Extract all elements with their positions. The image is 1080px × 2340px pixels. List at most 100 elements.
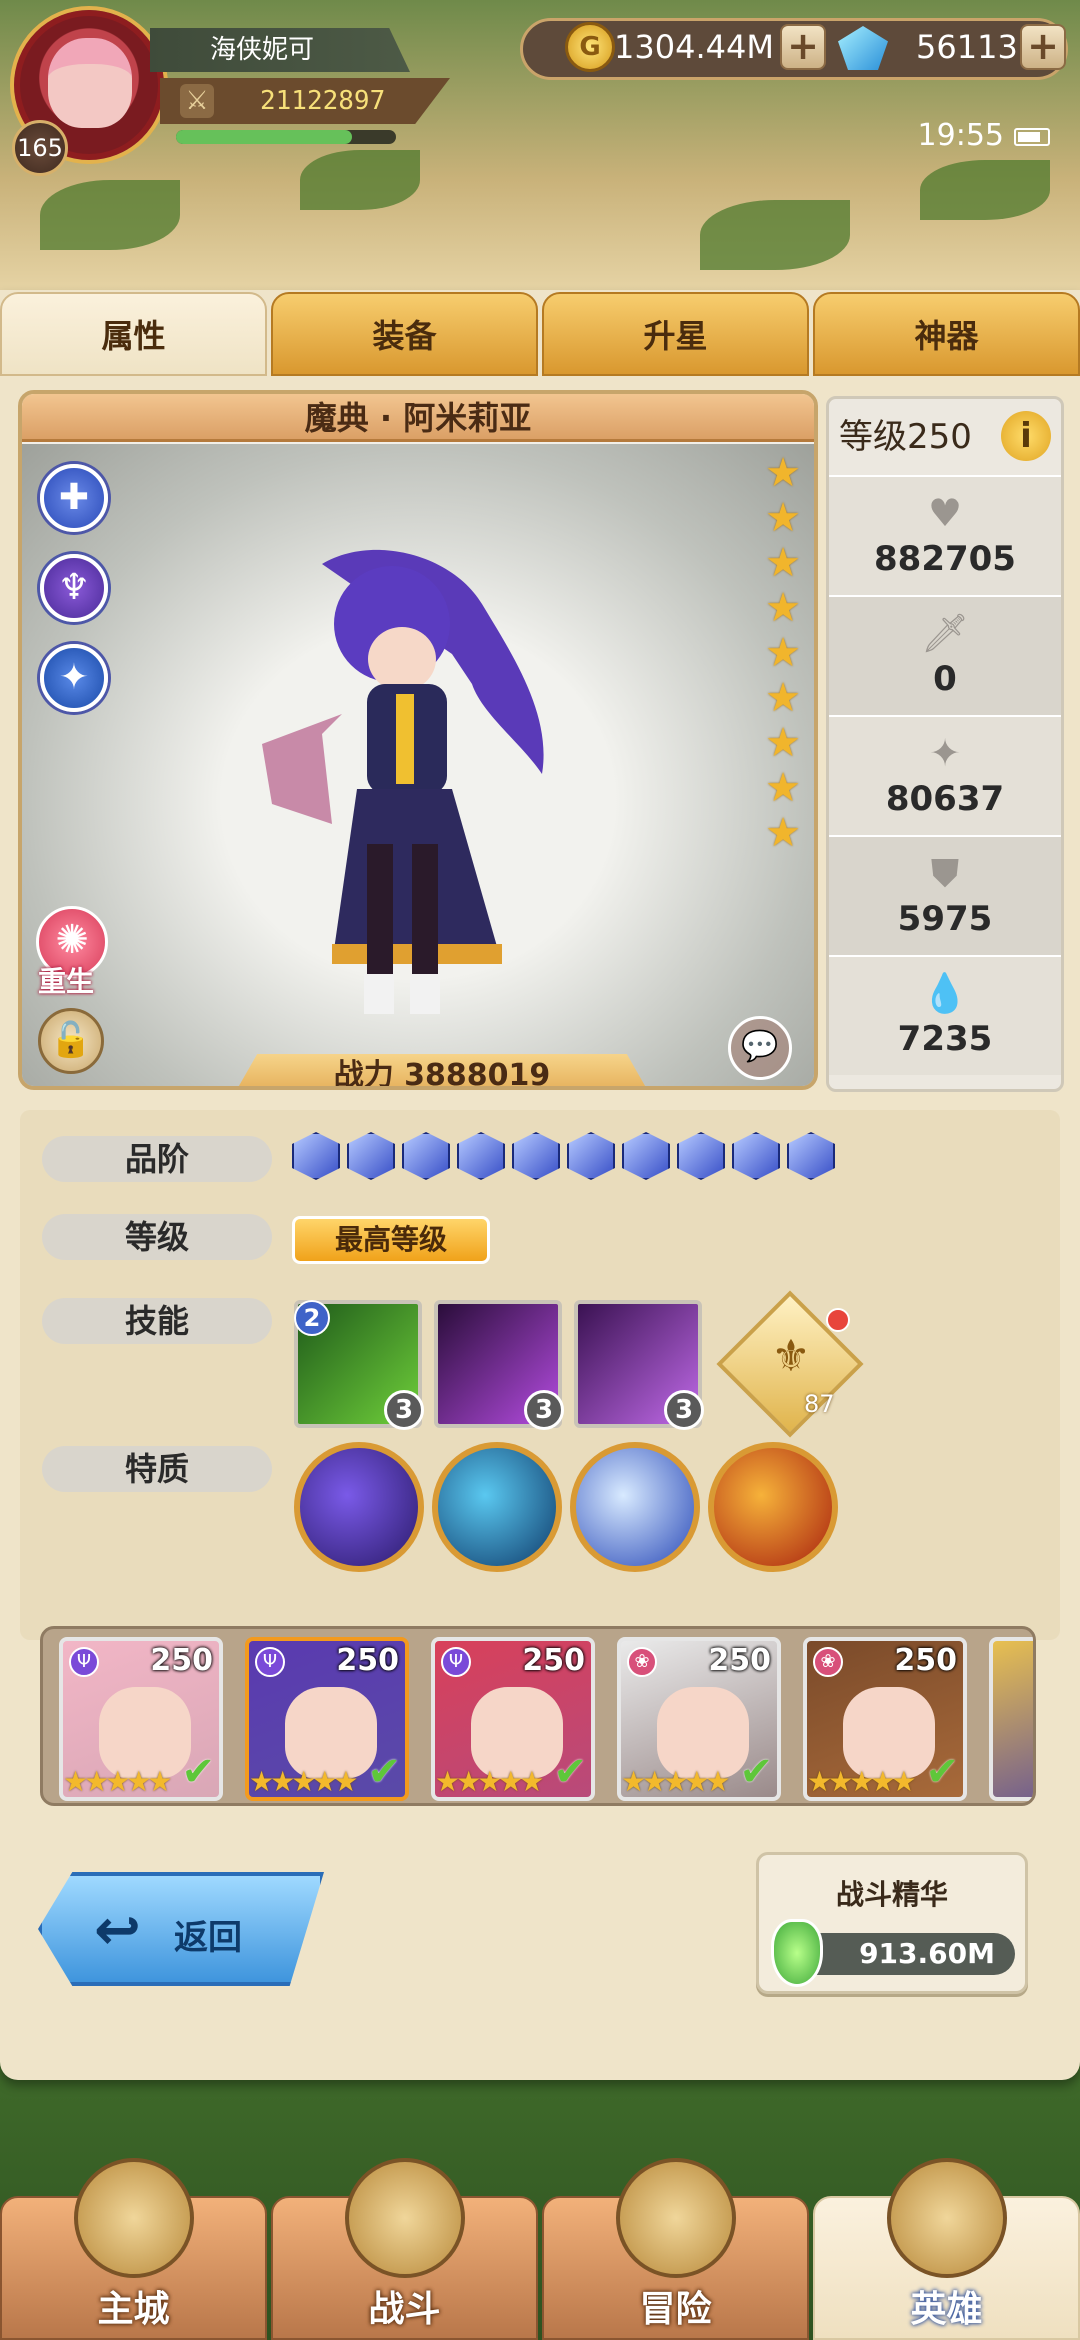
roster-hero-slot[interactable]: ❀ 250 ★★★★★ ✔ xyxy=(617,1637,781,1801)
class-icon: Ψ xyxy=(69,1647,99,1677)
stat-resist-value: 7235 xyxy=(897,1019,993,1059)
stat-attack: 🗡 0 xyxy=(829,595,1061,715)
class-icon[interactable]: ♆ xyxy=(40,554,108,622)
skills-label: 技能 xyxy=(42,1298,272,1344)
gold-coin-icon: G xyxy=(565,22,615,72)
fleur-icon: ⚜ xyxy=(771,1331,811,1382)
player-power-plate: ⚔ 21122897 xyxy=(160,78,450,124)
player-exp-bar xyxy=(176,130,396,144)
skill-slot-2[interactable]: 3 xyxy=(434,1300,564,1430)
drop-icon: 💧 xyxy=(921,971,969,1015)
notification-dot xyxy=(826,1308,850,1332)
skill-level: 3 xyxy=(664,1390,704,1430)
skill-level: 3 xyxy=(384,1390,424,1430)
star-icon: ★ xyxy=(765,495,801,541)
rank-label: 品阶 xyxy=(42,1136,272,1182)
trait-slot-4[interactable] xyxy=(708,1442,838,1572)
nav-label: 冒险 xyxy=(639,2289,712,2330)
nav-battle[interactable]: 战斗 xyxy=(271,2158,538,2340)
roster-hero-slot[interactable]: Ψ 250 ★★★★★ ✔ xyxy=(245,1637,409,1801)
stat-resist: 💧 7235 xyxy=(829,955,1061,1075)
roster-hero-slot[interactable]: Ψ 250 ★★★★★ ✔ xyxy=(431,1637,595,1801)
class-icon: Ψ xyxy=(441,1647,471,1677)
player-power-value: 21122897 xyxy=(260,86,386,116)
trait-slot-2[interactable] xyxy=(432,1442,562,1572)
essence-title: 战斗精华 xyxy=(835,1878,948,1911)
lock-icon[interactable]: 🔓 xyxy=(38,1008,104,1074)
nav-main-city[interactable]: 主城 xyxy=(0,2158,267,2340)
skill-slot-3[interactable]: 3 xyxy=(574,1300,704,1430)
player-level-badge: 165 xyxy=(12,120,68,176)
hero-name: 魔典 · 阿米莉亚 xyxy=(22,394,814,442)
hero-level: 等级250 i xyxy=(829,399,1061,475)
tab-artifact[interactable]: 神器 xyxy=(813,292,1080,376)
tab-equipment[interactable]: 装备 xyxy=(271,292,538,376)
player-name: 海侠妮可 xyxy=(150,28,410,72)
battle-essence-panel: 战斗精华 913.60M xyxy=(756,1852,1028,1994)
rank-gem-icon xyxy=(512,1132,560,1180)
rank-gem-icon xyxy=(677,1132,725,1180)
stat-armor: ⛊ 5975 xyxy=(829,835,1061,955)
level-label: 等级 xyxy=(42,1214,272,1260)
add-gems-button[interactable]: + xyxy=(1020,24,1066,70)
check-icon: ✔ xyxy=(739,1749,773,1795)
class-icon: ❀ xyxy=(813,1647,843,1677)
roster-hero-slot[interactable]: ❀ 250 ★★★★★ ✔ xyxy=(803,1637,967,1801)
roster-hero-slot[interactable] xyxy=(989,1637,1033,1801)
rank-gem-icon xyxy=(732,1132,780,1180)
nav-heroes[interactable]: 英雄 xyxy=(813,2158,1080,2340)
battery-icon xyxy=(1014,127,1050,146)
star-icon: ★ xyxy=(765,765,801,811)
winged-helmet-icon xyxy=(886,2158,1007,2278)
potion-icon xyxy=(771,1919,823,1987)
check-icon: ✔ xyxy=(925,1749,959,1795)
nav-label: 英雄 xyxy=(910,2289,983,2330)
star-icon: ★ xyxy=(765,630,801,676)
star-icon: ★ xyxy=(765,450,801,496)
stat-hp-value: 882705 xyxy=(874,539,1016,579)
tab-attributes[interactable]: 属性 xyxy=(0,292,267,376)
rank-gem-icon xyxy=(622,1132,670,1180)
swords-icon: ⚔ xyxy=(180,84,214,118)
star-icon: ★ xyxy=(765,810,801,856)
trait-slot-3[interactable] xyxy=(570,1442,700,1572)
gem-amount: 56113 xyxy=(916,28,1018,66)
nav-adventure[interactable]: 冒险 xyxy=(542,2158,809,2340)
roster-hero-slot[interactable]: Ψ 250 ★★★★★ ✔ xyxy=(59,1637,223,1801)
bottom-nav: 主城 战斗 冒险 英雄 xyxy=(0,2158,1080,2340)
star-icon: ★ xyxy=(765,675,801,721)
hero-roster[interactable]: Ψ 250 ★★★★★ ✔ Ψ 250 ★★★★★ ✔ Ψ 250 ★★★★★ ✔ ❀ 250 ★★★★★ ✔… xyxy=(40,1626,1036,1806)
rank-gem-icon xyxy=(567,1132,615,1180)
stat-hp: ♥ 882705 xyxy=(829,475,1061,595)
trait-slot-1[interactable] xyxy=(294,1442,424,1572)
nav-label: 战斗 xyxy=(368,2289,441,2330)
hero-model xyxy=(262,549,544,1014)
stat-magic: ✦ 80637 xyxy=(829,715,1061,835)
heart-icon: ♥ xyxy=(927,491,963,535)
add-gold-button[interactable]: + xyxy=(780,24,826,70)
star-icon: ★ xyxy=(765,720,801,766)
status-clock: 19:55 xyxy=(918,118,1050,153)
chat-bubble-icon[interactable]: 💬 xyxy=(728,1016,792,1080)
back-button[interactable]: ↩ 返回 xyxy=(38,1872,324,1986)
hero-level: 250 xyxy=(336,1643,399,1678)
faction-icon[interactable]: ✦ xyxy=(40,644,108,712)
hero-level: 250 xyxy=(150,1643,213,1678)
hero-tabs: 属性 装备 升星 神器 xyxy=(0,292,1080,376)
emblem-count: 87 xyxy=(804,1390,835,1418)
tab-star-up[interactable]: 升星 xyxy=(542,292,809,376)
check-icon: ✔ xyxy=(181,1749,215,1795)
class-icon: ❀ xyxy=(627,1647,657,1677)
traits-label: 特质 xyxy=(42,1446,272,1492)
gold-amount: 1304.44M xyxy=(614,28,774,66)
back-arrow-icon: ↩ xyxy=(94,1898,141,1963)
shield-icon: ⛊ xyxy=(930,851,960,895)
rank-gem-icon xyxy=(347,1132,395,1180)
hero-level: 250 xyxy=(708,1643,771,1678)
hero-display-card: 魔典 · 阿米莉亚 ✚ ♆ ✦ ★ ★ ★ ★ ★ ★ ★ ★ ★ ✺ 重生 🔓 💬 战力 38… xyxy=(18,390,818,1090)
shuriken-icon: ✦ xyxy=(929,731,961,775)
cross-icon[interactable]: ✚ xyxy=(40,464,108,532)
skill-slot-1[interactable]: 2 3 xyxy=(294,1300,424,1430)
sword-icon: 🗡 xyxy=(920,611,970,655)
info-button[interactable]: i xyxy=(1001,411,1051,461)
